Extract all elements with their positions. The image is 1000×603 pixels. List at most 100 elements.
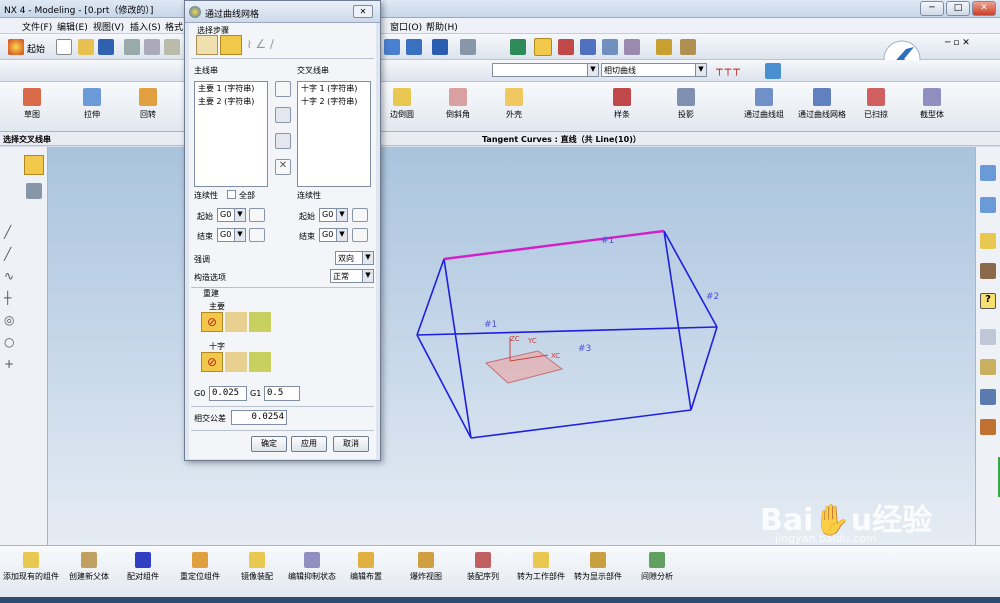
dialog-close-button[interactable]: ✕ (353, 5, 373, 18)
paste-icon[interactable] (164, 39, 180, 55)
all-checkbox[interactable] (227, 190, 236, 199)
orient-view-icon[interactable] (460, 39, 476, 55)
menu-format[interactable]: 格式 (165, 20, 183, 33)
list-item[interactable]: 主要 2 (字符串) (195, 95, 267, 108)
rebuild-degree-icon[interactable] (225, 312, 247, 332)
chevron-down-icon[interactable]: ▼ (362, 251, 374, 265)
grid-icon[interactable] (680, 39, 696, 55)
history-icon[interactable] (980, 329, 996, 345)
face-select-icon[interactable] (249, 208, 265, 222)
face-select-icon[interactable] (249, 228, 265, 242)
open-folder-icon[interactable] (78, 39, 94, 55)
ok-button[interactable]: 确定 (251, 436, 287, 452)
cross-end-select[interactable]: G0 (319, 228, 337, 242)
mirror-assembly-button[interactable]: 镜像装配 (232, 552, 282, 582)
create-new-parent-button[interactable]: 创建新父体 (62, 552, 116, 582)
list-item[interactable]: 十字 2 (字符串) (298, 95, 370, 108)
start-menu-button[interactable]: 起始 (27, 42, 45, 55)
part-navigator-icon[interactable] (980, 197, 996, 213)
exploded-view-button[interactable]: 爆炸视图 (404, 552, 448, 582)
cut-icon[interactable] (124, 39, 140, 55)
copy-icon[interactable] (144, 39, 160, 55)
primary-end-select[interactable]: G0 (217, 228, 235, 242)
mate-component-button[interactable]: 配对组件 (118, 552, 168, 582)
ruler-icon[interactable] (656, 39, 672, 55)
assembly-sequence-button[interactable]: 装配序列 (458, 552, 508, 582)
menu-view[interactable]: 视图(V) (93, 20, 124, 33)
project-button[interactable]: 投影 (656, 88, 716, 120)
mdi-window-controls[interactable]: ─ ▫ ✕ (945, 38, 995, 52)
system-materials-icon[interactable] (980, 359, 996, 375)
apply-button[interactable]: 应用 (291, 436, 327, 452)
g0-tolerance-input[interactable]: 0.025 (209, 386, 247, 401)
add-existing-component-button[interactable]: 添加现有的组件 (2, 552, 60, 582)
layer-icon[interactable] (580, 39, 596, 55)
face-select-icon[interactable] (352, 208, 368, 222)
reuse-library-icon[interactable] (980, 233, 996, 249)
through-curves-button[interactable]: 通过曲线组 (734, 88, 794, 120)
training-icon[interactable] (980, 263, 996, 279)
fit-icon[interactable] (406, 39, 422, 55)
revolve-button[interactable]: 回转 (118, 88, 178, 120)
curve-rule-select[interactable]: 相切曲线 (601, 63, 707, 77)
measure-icon[interactable] (602, 39, 618, 55)
help-icon[interactable]: ? (980, 293, 996, 309)
intersection-tolerance-input[interactable]: 0.0254 (231, 410, 287, 425)
cross-strings-list[interactable]: 十字 1 (字符串) 十字 2 (字符串) (297, 81, 371, 187)
chevron-down-icon[interactable]: ▼ (695, 63, 707, 77)
view-icon[interactable] (384, 39, 400, 55)
step-spine-icon[interactable]: ≀ ∠ ∕ (247, 37, 274, 51)
snap-point-icon[interactable] (534, 38, 552, 56)
process-studio-icon[interactable] (980, 389, 996, 405)
intersect-icon[interactable]: ┬┬┬ (716, 63, 742, 76)
list-item[interactable]: 十字 1 (字符串) (298, 82, 370, 95)
close-button[interactable]: ✕ (972, 1, 996, 16)
swept-button[interactable]: 已扫掠 (846, 88, 906, 120)
roles-icon[interactable] (980, 419, 996, 435)
sketch-button[interactable]: 草图 (2, 88, 62, 120)
new-file-icon[interactable] (56, 39, 72, 55)
move-up-icon[interactable] (275, 107, 291, 123)
curve-tools[interactable]: ╱ ╱ ∿ ┼ ◎ ○ + (4, 221, 14, 375)
move-down-icon[interactable] (275, 133, 291, 149)
wcs-icon[interactable] (510, 39, 526, 55)
primary-start-select[interactable]: G0 (217, 208, 235, 222)
chevron-down-icon[interactable]: ▼ (336, 228, 348, 242)
step-cross-icon[interactable] (220, 35, 242, 55)
menu-window[interactable]: 窗口(O) (390, 20, 422, 33)
emphasis-select[interactable]: 双向 (335, 251, 363, 265)
render-style-icon[interactable] (432, 39, 448, 55)
edit-suppression-button[interactable]: 编辑抑制状态 (284, 552, 340, 582)
edit-arrangement-button[interactable]: 编辑布置 (344, 552, 388, 582)
chevron-down-icon[interactable]: ▼ (587, 63, 599, 77)
chevron-down-icon[interactable]: ▼ (336, 208, 348, 222)
point-icon[interactable] (26, 183, 42, 199)
face-select-icon[interactable] (352, 228, 368, 242)
cross-start-select[interactable]: G0 (319, 208, 337, 222)
shell-button[interactable]: 外壳 (484, 88, 544, 120)
reverse-direction-icon[interactable] (275, 81, 291, 97)
save-icon[interactable] (98, 39, 114, 55)
menu-file[interactable]: 文件(F) (22, 20, 52, 33)
cancel-button[interactable]: 取消 (333, 436, 369, 452)
primary-strings-list[interactable]: 主要 1 (字符串) 主要 2 (字符串) (194, 81, 268, 187)
g1-tolerance-input[interactable]: 0.5 (264, 386, 300, 401)
chamfer-button[interactable]: 倒斜角 (428, 88, 488, 120)
maximize-button[interactable]: □ (946, 1, 970, 16)
spline-button[interactable]: 样条 (592, 88, 652, 120)
menu-edit[interactable]: 编辑(E) (57, 20, 88, 33)
assembly-navigator-icon[interactable] (980, 165, 996, 181)
minimize-button[interactable]: ─ (920, 1, 944, 16)
step-primary-icon[interactable] (196, 35, 218, 55)
remove-icon[interactable]: ✕ (275, 159, 291, 175)
snap-icon[interactable] (24, 155, 44, 175)
section-body-button[interactable]: 截型体 (902, 88, 962, 120)
select-icon[interactable] (558, 39, 574, 55)
chevron-down-icon[interactable]: ▼ (234, 228, 246, 242)
chevron-down-icon[interactable]: ▼ (234, 208, 246, 222)
chevron-down-icon[interactable]: ▼ (362, 269, 374, 283)
edge-blend-button[interactable]: 边倒圆 (372, 88, 432, 120)
rebuild-degree-icon[interactable] (225, 352, 247, 372)
type-filter-select[interactable] (492, 63, 590, 77)
analysis-icon[interactable] (624, 39, 640, 55)
